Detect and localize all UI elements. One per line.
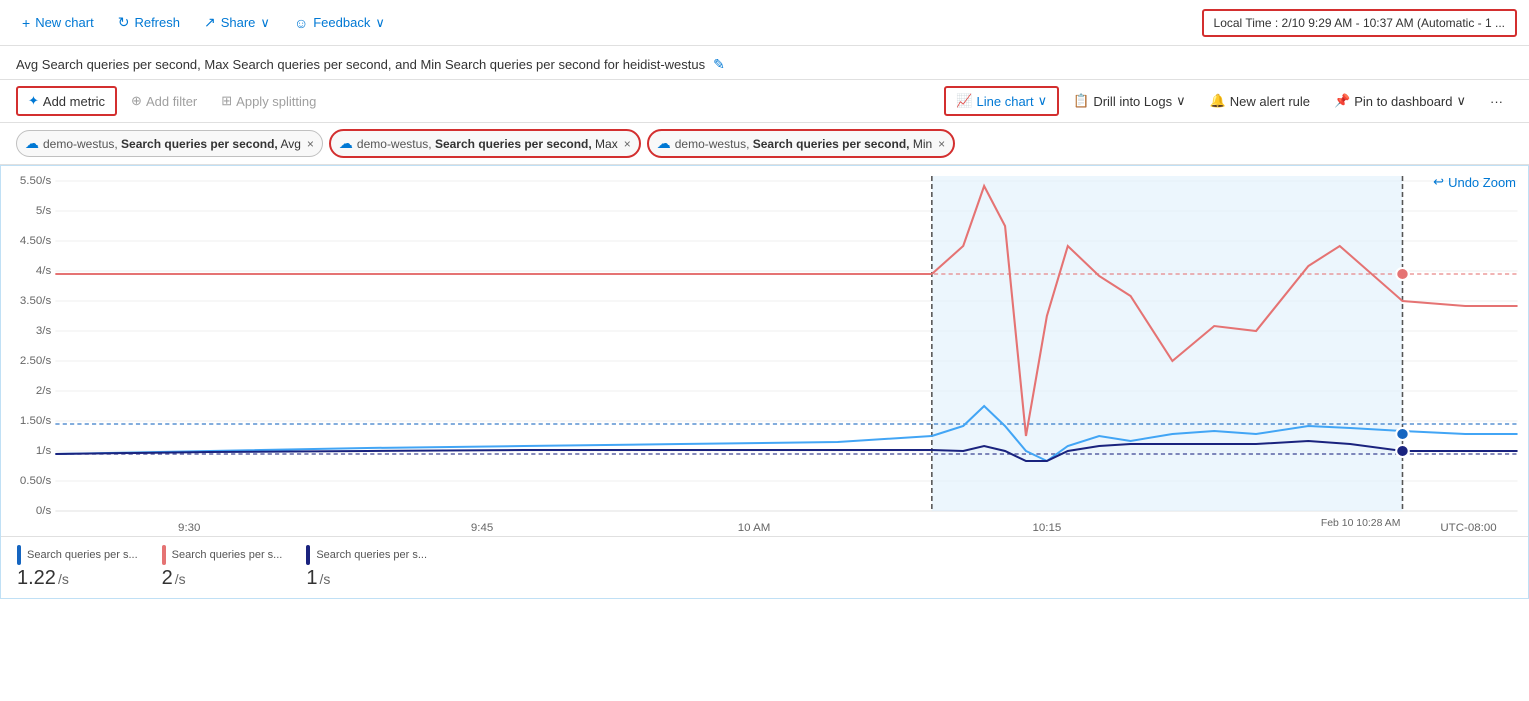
svg-text:UTC-08:00: UTC-08:00 xyxy=(1440,522,1496,534)
edit-title-icon[interactable]: ✎ xyxy=(713,56,725,73)
share-chevron-icon: ∨ xyxy=(260,15,270,31)
share-icon: ↗ xyxy=(204,14,216,31)
share-button[interactable]: ↗ Share ∨ xyxy=(194,9,280,36)
more-icon: ··· xyxy=(1490,94,1503,109)
add-metric-icon: ✦ xyxy=(28,93,39,109)
svg-text:2/s: 2/s xyxy=(36,385,52,397)
feedback-chevron-icon: ∨ xyxy=(375,15,385,31)
refresh-icon: ↻ xyxy=(118,14,130,31)
undo-zoom-icon: ↩ xyxy=(1433,174,1444,190)
chart-title: Avg Search queries per second, Max Searc… xyxy=(16,57,705,72)
metric-tag-max-close[interactable]: × xyxy=(624,137,631,151)
svg-text:0/s: 0/s xyxy=(36,505,52,517)
chart-svg-area[interactable]: ↩ Undo Zoom 5.50/s 5/s 4.5 xyxy=(1,166,1528,536)
svg-text:1/s: 1/s xyxy=(36,445,52,457)
chart-svg: 5.50/s 5/s 4.50/s 4/s 3.50/s 3/s 2.50/s … xyxy=(1,166,1528,536)
pin-icon: 📌 xyxy=(1334,93,1350,109)
metric-tag-min-close[interactable]: × xyxy=(938,137,945,151)
cloud-icon-min: ☁ xyxy=(657,135,671,152)
time-selector[interactable]: Local Time : 2/10 9:29 AM - 10:37 AM (Au… xyxy=(1202,9,1517,37)
pin-chevron-icon: ∨ xyxy=(1456,93,1466,109)
svg-text:4/s: 4/s xyxy=(36,265,52,277)
svg-text:Feb 10 10:28 AM: Feb 10 10:28 AM xyxy=(1321,518,1401,529)
drill-into-logs-button[interactable]: 📋 Drill into Logs ∨ xyxy=(1063,88,1195,114)
metric-tag-max[interactable]: ☁ demo-westus, Search queries per second… xyxy=(329,129,641,158)
line-chart-button[interactable]: 📈 Line chart ∨ xyxy=(944,86,1059,116)
legend-item-min: Search queries per s... 1 /s xyxy=(306,545,427,590)
metric-tag-avg[interactable]: ☁ demo-westus, Search queries per second… xyxy=(16,130,323,157)
legend-area: Search queries per s... 1.22 /s Search q… xyxy=(1,536,1528,598)
add-filter-button[interactable]: ⊕ Add filter xyxy=(121,88,207,114)
svg-text:9:45: 9:45 xyxy=(471,522,493,534)
legend-color-min xyxy=(306,545,310,565)
feedback-icon: ☺ xyxy=(294,15,308,31)
chart-title-area: Avg Search queries per second, Max Searc… xyxy=(0,46,1529,80)
new-alert-rule-button[interactable]: 🔔 New alert rule xyxy=(1200,88,1320,114)
feedback-button[interactable]: ☺ Feedback ∨ xyxy=(284,10,395,36)
svg-text:5/s: 5/s xyxy=(36,205,52,217)
svg-text:2.50/s: 2.50/s xyxy=(20,355,52,367)
undo-zoom-button[interactable]: ↩ Undo Zoom xyxy=(1433,174,1516,190)
plus-icon: + xyxy=(22,15,30,31)
line-chart-chevron-icon: ∨ xyxy=(1038,93,1048,109)
top-toolbar: + New chart ↻ Refresh ↗ Share ∨ ☺ Feedba… xyxy=(0,0,1529,46)
legend-color-max xyxy=(162,545,166,565)
metric-tag-avg-close[interactable]: × xyxy=(307,137,314,151)
svg-text:9:30: 9:30 xyxy=(178,522,200,534)
new-chart-button[interactable]: + New chart xyxy=(12,10,104,36)
refresh-button[interactable]: ↻ Refresh xyxy=(108,9,190,36)
svg-text:0.50/s: 0.50/s xyxy=(20,475,52,487)
svg-text:1.50/s: 1.50/s xyxy=(20,415,52,427)
drill-chevron-icon: ∨ xyxy=(1176,93,1186,109)
splitting-icon: ⊞ xyxy=(221,93,232,109)
pin-to-dashboard-button[interactable]: 📌 Pin to dashboard ∨ xyxy=(1324,88,1476,114)
svg-text:10:15: 10:15 xyxy=(1033,522,1062,534)
add-metric-button[interactable]: ✦ Add metric xyxy=(16,86,117,116)
metric-tags-area: ☁ demo-westus, Search queries per second… xyxy=(0,123,1529,165)
legend-item-avg: Search queries per s... 1.22 /s xyxy=(17,545,138,590)
svg-text:4.50/s: 4.50/s xyxy=(20,235,52,247)
svg-text:5.50/s: 5.50/s xyxy=(20,175,52,187)
cloud-icon-avg: ☁ xyxy=(25,135,39,152)
svg-text:3/s: 3/s xyxy=(36,325,52,337)
metric-toolbar: ✦ Add metric ⊕ Add filter ⊞ Apply splitt… xyxy=(0,80,1529,123)
legend-color-avg xyxy=(17,545,21,565)
svg-text:10 AM: 10 AM xyxy=(738,522,771,534)
line-chart-icon: 📈 xyxy=(956,93,972,109)
metric-tag-min[interactable]: ☁ demo-westus, Search queries per second… xyxy=(647,129,955,158)
cloud-icon-max: ☁ xyxy=(339,135,353,152)
add-filter-icon: ⊕ xyxy=(131,93,142,109)
chart-container: ↩ Undo Zoom 5.50/s 5/s 4.5 xyxy=(0,165,1529,599)
drill-logs-icon: 📋 xyxy=(1073,93,1089,109)
alert-icon: 🔔 xyxy=(1210,93,1226,109)
more-options-button[interactable]: ··· xyxy=(1480,89,1513,114)
apply-splitting-button[interactable]: ⊞ Apply splitting xyxy=(211,88,326,114)
svg-text:3.50/s: 3.50/s xyxy=(20,295,52,307)
legend-item-max: Search queries per s... 2 /s xyxy=(162,545,283,590)
main-content: ❮ ❯ ↩ Undo Zoom xyxy=(0,165,1529,599)
